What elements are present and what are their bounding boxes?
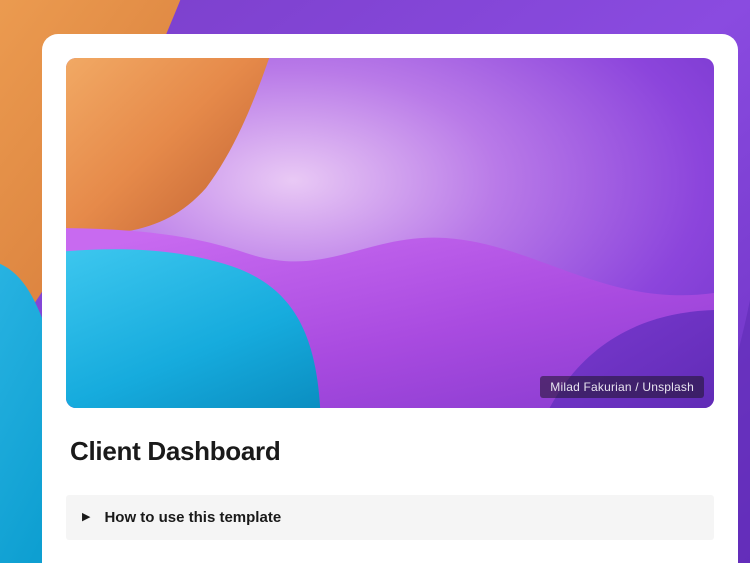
page-title: Client Dashboard	[70, 436, 710, 467]
cover-image: Milad Fakurian / Unsplash	[66, 58, 714, 408]
toggle-arrow-icon: ▶	[82, 512, 90, 523]
toggle-label: How to use this template	[104, 509, 281, 526]
toggle-how-to-use[interactable]: ▶ How to use this template	[66, 495, 714, 540]
cover-attribution: Milad Fakurian / Unsplash	[540, 376, 704, 398]
content-card: Milad Fakurian / Unsplash Client Dashboa…	[42, 34, 738, 563]
